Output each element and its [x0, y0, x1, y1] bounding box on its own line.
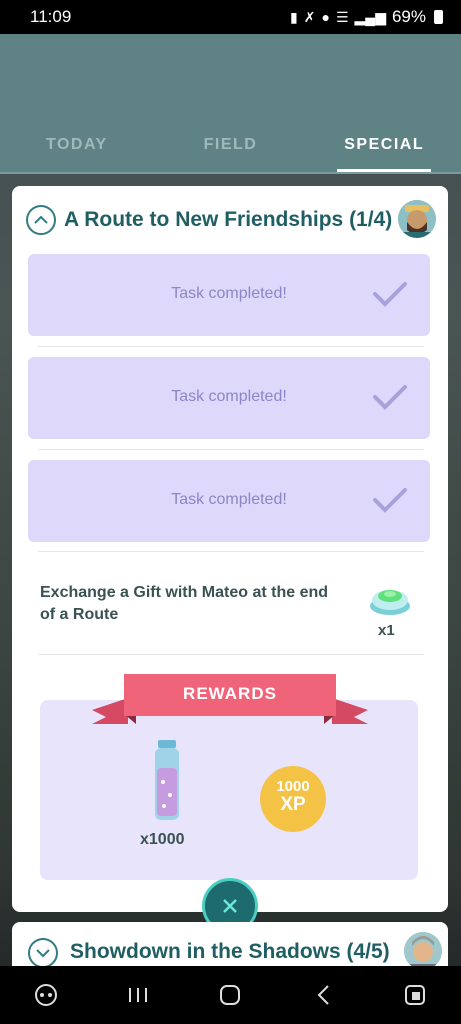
mute-icon: ✗	[303, 8, 316, 25]
status-time: 11:09	[30, 7, 72, 26]
recent-apps-icon[interactable]	[108, 975, 168, 1015]
wifi-icon: ☰	[335, 8, 349, 25]
status-icons: ▮ ✗ ● ☰ ▂▄▆ 69%	[290, 7, 443, 27]
location-icon: ●	[321, 9, 330, 25]
tab-divider	[0, 172, 461, 174]
back-icon[interactable]	[293, 975, 353, 1015]
task-separator	[38, 346, 424, 347]
task-separator	[38, 654, 424, 655]
rewards-ribbon: REWARDS	[92, 674, 368, 728]
xp-badge: 1000 XP	[260, 766, 326, 832]
task-item: Task completed!	[28, 460, 430, 542]
willow-avatar	[404, 932, 442, 970]
quest-title: A Route to New Friendships (1/4)	[64, 208, 393, 231]
app-switch-icon[interactable]	[385, 975, 445, 1015]
task-separator	[38, 449, 424, 450]
status-bar: 11:09 ▮ ✗ ● ☰ ▂▄▆ 69%	[0, 0, 461, 34]
task-separator	[38, 551, 424, 552]
task-status: Task completed!	[171, 491, 287, 508]
tab-field[interactable]: FIELD	[154, 122, 308, 170]
task-item: Task completed!	[28, 357, 430, 439]
collapse-icon[interactable]	[26, 205, 56, 235]
xp-amount: 1000	[276, 778, 310, 795]
quest-tabs: TODAY FIELD SPECIAL	[0, 122, 461, 172]
battery-icon	[434, 10, 443, 24]
quest-header-row[interactable]: A Route to New Friendships (1/4)	[26, 200, 436, 240]
incense-icon	[370, 590, 410, 615]
bottle-icon	[155, 740, 179, 820]
home-icon[interactable]	[200, 975, 260, 1015]
expand-icon[interactable]	[28, 938, 58, 968]
task-status: Task completed!	[171, 285, 287, 302]
signal-icon: ▂▄▆	[354, 8, 386, 25]
battery-percent: 69%	[391, 7, 426, 26]
mateo-avatar	[398, 200, 436, 238]
gamepad-icon[interactable]	[16, 975, 76, 1015]
bottle-reward-count: x1000	[140, 831, 185, 848]
open-task-reward-count: x1	[378, 622, 395, 639]
system-nav-bar	[0, 966, 461, 1024]
task-item: Task completed!	[28, 254, 430, 336]
quest-card: A Route to New Friendships (1/4) Task co…	[12, 186, 448, 912]
checkmark-icon	[373, 282, 407, 307]
next-quest-card[interactable]: Showdown in the Shadows (4/5)	[12, 922, 448, 970]
tab-today[interactable]: TODAY	[0, 122, 154, 170]
notification-icon: ▮	[290, 8, 298, 25]
close-icon	[223, 899, 237, 913]
task-status: Task completed!	[171, 388, 287, 405]
checkmark-icon	[373, 488, 407, 513]
open-task-description: Exchange a Gift with Mateo at the end of…	[40, 584, 329, 623]
checkmark-icon	[373, 385, 407, 410]
rewards-label: REWARDS	[183, 684, 277, 703]
next-quest-title: Showdown in the Shadows (4/5)	[70, 940, 390, 963]
xp-unit: XP	[280, 794, 306, 815]
tab-special[interactable]: SPECIAL	[307, 122, 461, 172]
